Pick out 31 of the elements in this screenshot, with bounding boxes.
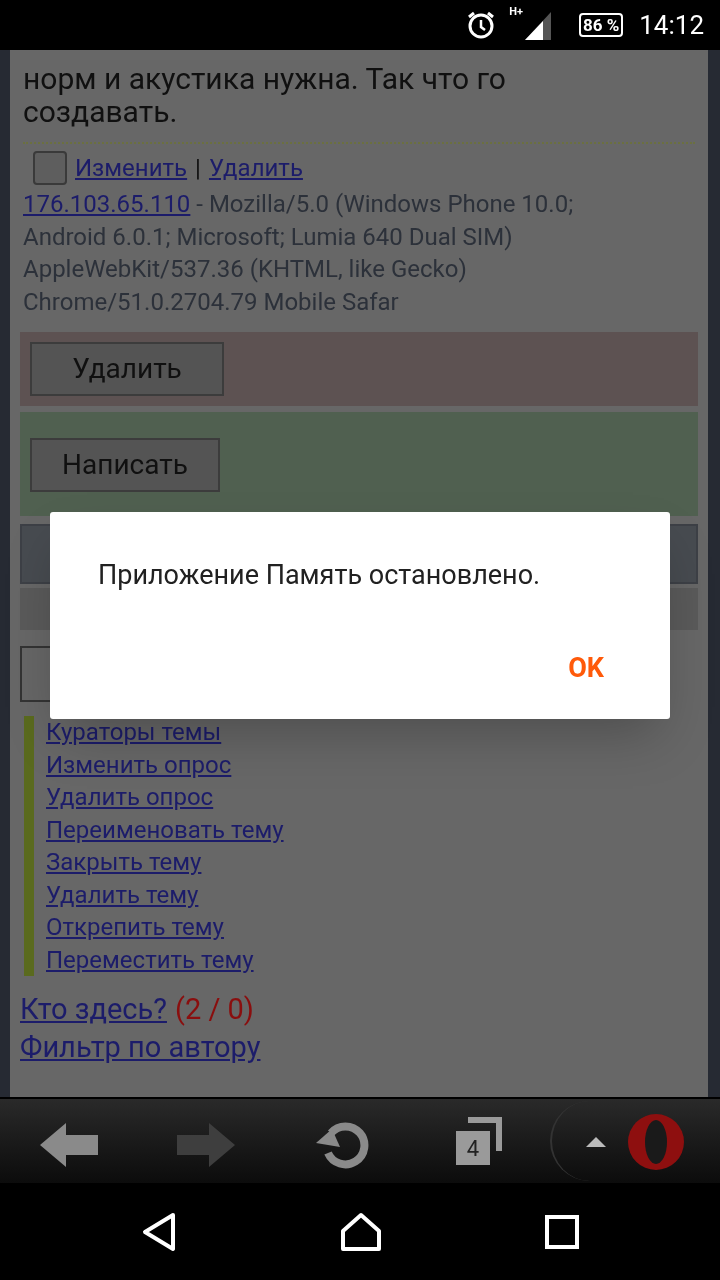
visitor-count: (2 / 0) — [174, 991, 254, 1028]
delete-button[interactable]: Удалить — [30, 342, 224, 396]
admin-link[interactable]: Переименовать тему — [46, 813, 698, 846]
admin-link[interactable]: Закрыть тему — [46, 846, 698, 879]
user-agent-text: 176.103.65.110 - Mozilla/5.0 (Windows Phone 10.0; Android 6.0.1; Microsoft; Lumia 640 Dual SIM) AppleWebKit/537.36 (KHTML, like Gecko) Chrome/51.0.2704.79 Mobile Safar — [23, 189, 575, 318]
admin-link[interactable]: Удалить опрос — [46, 781, 698, 814]
author-filter-link[interactable]: Фильтр по автору — [20, 1028, 261, 1066]
who-here-link[interactable]: Кто здесь? — [20, 990, 167, 1028]
admin-link[interactable]: Удалить тему — [46, 878, 698, 911]
admin-link[interactable]: Кураторы темы — [46, 716, 698, 749]
post-text: норм и акустика нужна. Так что го создавать. — [23, 62, 507, 128]
ip-link[interactable]: 176.103.65.110 — [23, 190, 191, 218]
recents-icon[interactable] — [544, 1214, 579, 1249]
ok-button[interactable]: OK — [568, 648, 604, 689]
back-icon[interactable] — [141, 1211, 178, 1252]
signal-icon — [522, 10, 551, 40]
clock: 14:12 — [639, 8, 704, 42]
delete-link[interactable]: Удалить — [208, 150, 303, 186]
dialog-message: Приложение Память остановлено. — [98, 558, 542, 593]
admin-link[interactable]: Переместить тему — [46, 943, 698, 976]
write-button[interactable]: Написать — [30, 438, 220, 492]
back-arrow-icon[interactable] — [40, 1123, 98, 1167]
admin-link[interactable]: Изменить опрос — [46, 748, 698, 781]
battery-indicator: 86 % — [578, 13, 624, 37]
separator: | — [195, 153, 201, 184]
caret-up-icon[interactable] — [586, 1137, 606, 1147]
home-icon[interactable] — [340, 1211, 382, 1252]
checkbox[interactable] — [33, 151, 67, 185]
network-type: H+ — [509, 4, 523, 20]
edit-link[interactable]: Изменить — [75, 150, 188, 186]
admin-link[interactable]: Открепить тему — [46, 911, 698, 944]
